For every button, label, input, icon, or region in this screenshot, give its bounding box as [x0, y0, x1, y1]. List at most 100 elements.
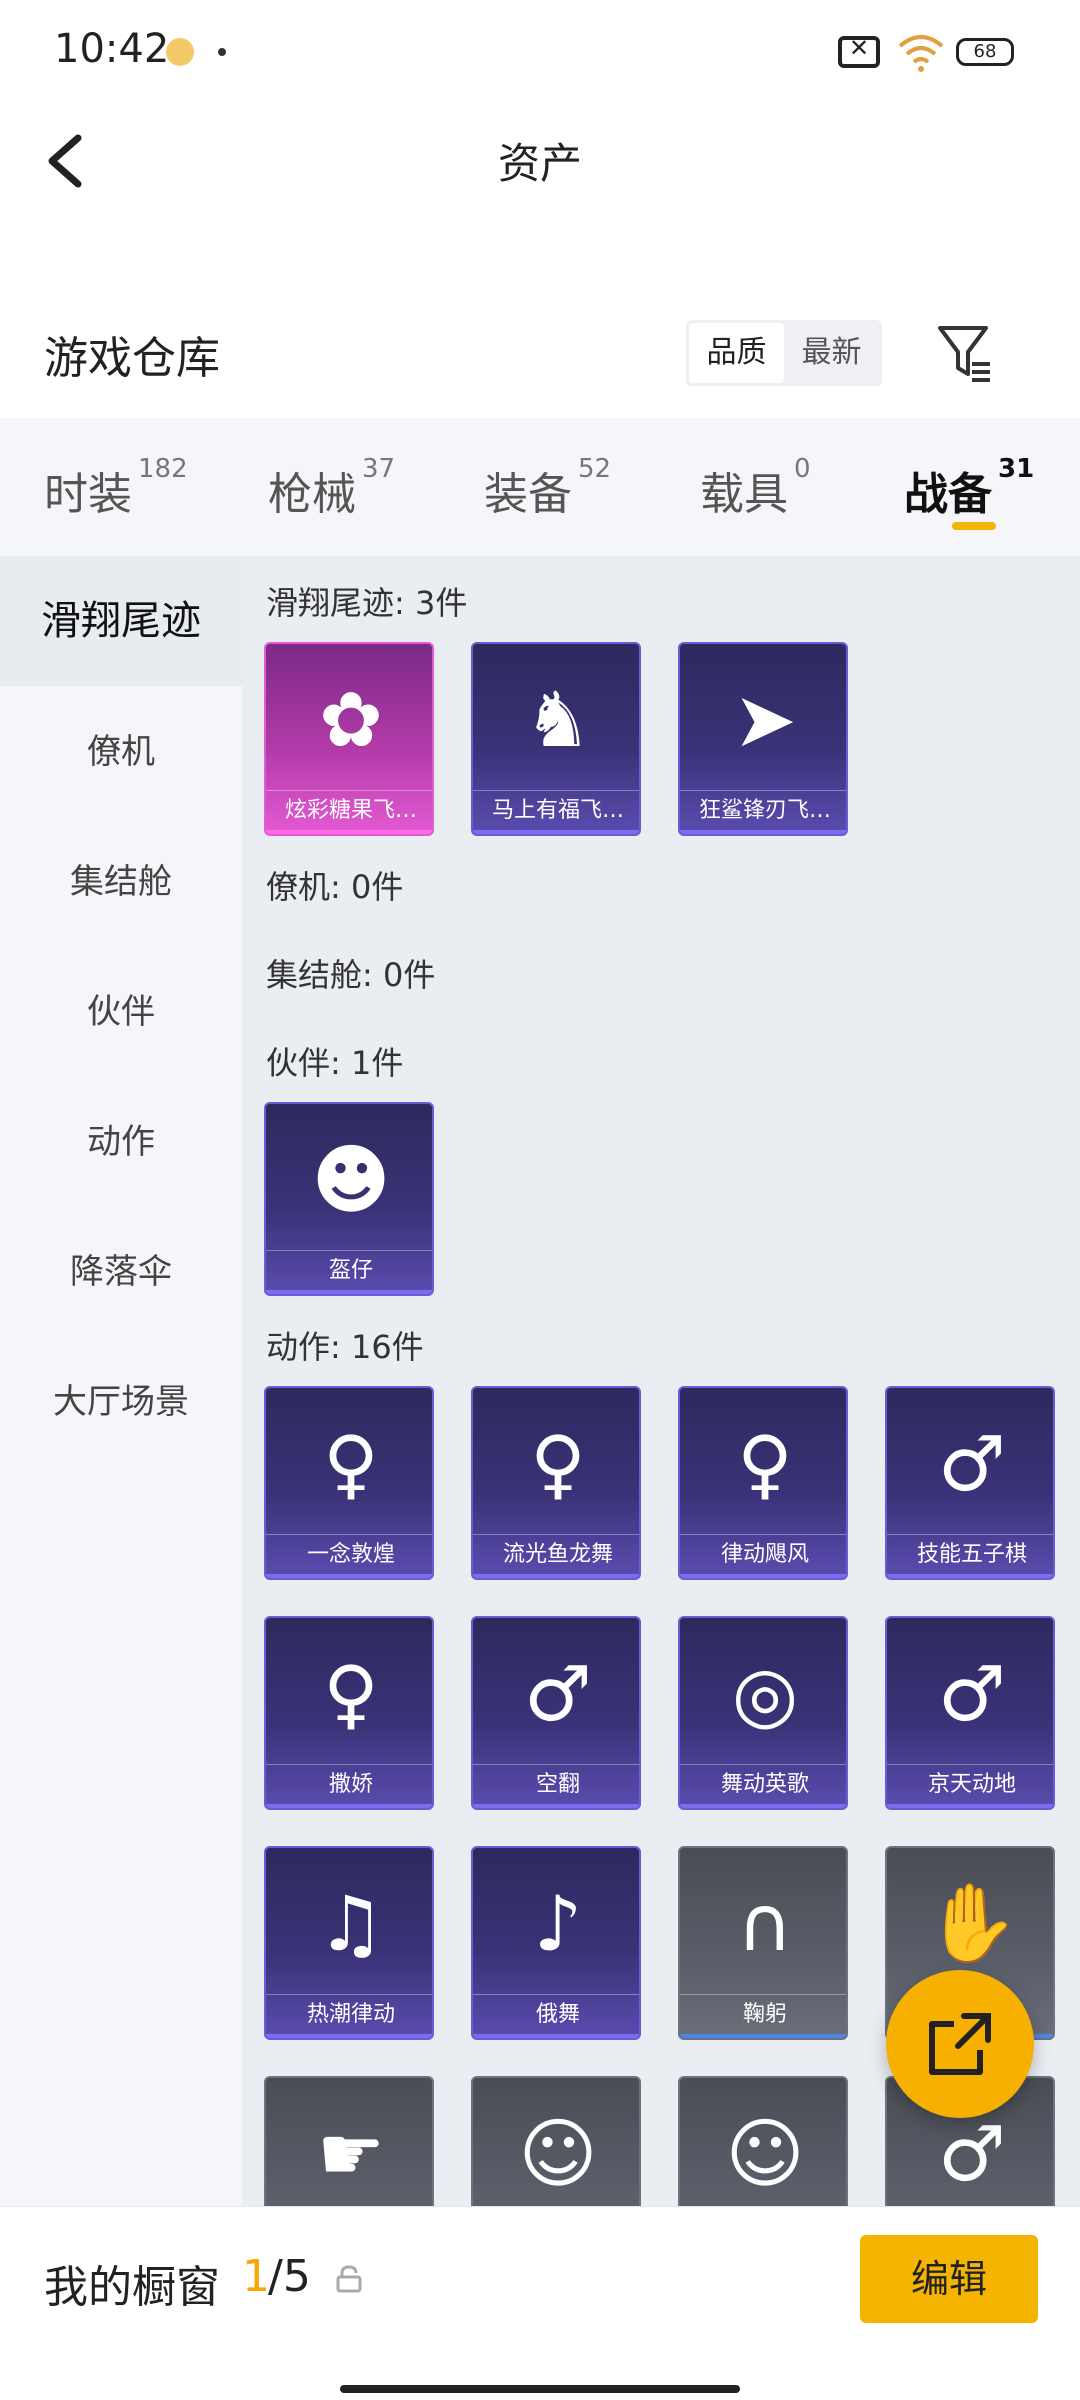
tab-battle-prep[interactable]: 战备 31	[904, 454, 1034, 522]
item-card[interactable]: ♪ 俄舞	[471, 1846, 641, 2040]
pointing-hand-icon: ☛	[316, 2108, 386, 2198]
item-label: 一念敦煌	[266, 1534, 432, 1574]
side-item-wingman[interactable]: 僚机	[0, 724, 242, 773]
showcase-label: 我的橱窗	[44, 2262, 220, 2313]
item-card[interactable]: ☻ 盔仔	[264, 1102, 434, 1296]
tab-count: 0	[794, 454, 811, 484]
notification-dot-icon	[218, 48, 226, 56]
music-dancer-icon: ♪	[533, 1878, 583, 1968]
side-item-parachute[interactable]: 降落伞	[0, 1244, 242, 1293]
dancer-icon: ♂	[937, 1418, 1007, 1508]
tab-count: 182	[138, 454, 188, 484]
item-card[interactable]: ➤ 狂鲨锋刃飞…	[678, 642, 848, 836]
sort-newest-button[interactable]: 最新	[784, 323, 879, 383]
item-card[interactable]: ♀ 流光鱼龙舞	[471, 1386, 641, 1580]
edit-button[interactable]: 编辑	[860, 2235, 1038, 2323]
page-header: 资产	[0, 100, 1080, 220]
page-title: 资产	[497, 139, 582, 188]
item-label: 撒娇	[266, 1764, 432, 1804]
side-item-lobby-scene[interactable]: 大厅场景	[0, 1374, 242, 1423]
status-bar: 10:42 ✕ 68	[0, 0, 1080, 100]
spin-icon: ☺	[518, 2108, 598, 2198]
warehouse-header: 游戏仓库 品质 最新	[0, 300, 1080, 410]
section-heading-emote: 动作: 16件	[266, 1328, 424, 1366]
item-label: 舞动英歌	[680, 1764, 846, 1804]
tab-label: 装备	[484, 469, 572, 520]
item-label: 热潮律动	[266, 1994, 432, 2034]
share-icon	[929, 2013, 991, 2075]
item-label: 鞠躬	[680, 1994, 846, 2034]
showcase-current-count: 1	[242, 2251, 270, 2302]
lock-icon	[336, 2265, 362, 2293]
item-card[interactable]: ☛	[264, 2076, 434, 2206]
item-label: 京天动地	[887, 1764, 1053, 1804]
dancer-icon: ◎	[731, 1648, 799, 1738]
item-card[interactable]: ✿ 炫彩糖果飞…	[264, 642, 434, 836]
item-card[interactable]: ♂ 京天动地	[885, 1616, 1055, 1810]
item-card[interactable]: ♫ 热潮律动	[264, 1846, 434, 2040]
section-heading-pod: 集结舱: 0件	[266, 956, 436, 994]
dancer-icon: ♀	[737, 1418, 793, 1508]
dancer-icon: ♀	[323, 1418, 379, 1508]
item-card[interactable]: ♞ 马上有福飞…	[471, 642, 641, 836]
wifi-icon	[898, 35, 944, 72]
dancer-icon: ♀	[530, 1418, 586, 1508]
tab-label: 时装	[44, 469, 132, 520]
section-heading-glide: 滑翔尾迹: 3件	[266, 584, 468, 622]
warehouse-title: 游戏仓库	[44, 333, 220, 384]
sort-toggle: 品质 最新	[686, 320, 882, 386]
shark-icon: ➤	[733, 674, 797, 764]
tab-count: 37	[362, 454, 396, 484]
item-card[interactable]: ♂ 空翻	[471, 1616, 641, 1810]
active-tab-indicator	[952, 522, 996, 530]
side-item-emote[interactable]: 动作	[0, 1114, 242, 1163]
dancer-icon: ♂	[937, 1648, 1007, 1738]
item-card[interactable]: ♀ 撒娇	[264, 1616, 434, 1810]
tab-equipment[interactable]: 装备 52	[484, 454, 611, 522]
item-label: 炫彩糖果飞…	[266, 790, 432, 830]
head-turn-icon: ☺	[725, 2108, 805, 2198]
no-sim-icon: ✕	[838, 34, 880, 68]
item-card[interactable]: ☺	[471, 2076, 641, 2206]
side-nav: 滑翔尾迹 僚机 集结舱 伙伴 动作 降落伞 大厅场景	[0, 556, 242, 2206]
tab-label: 战备	[904, 469, 992, 520]
showcase-total-count: /5	[268, 2251, 311, 2302]
item-card[interactable]: ♀ 一念敦煌	[264, 1386, 434, 1580]
filter-icon[interactable]	[936, 322, 992, 384]
item-label: 流光鱼龙舞	[473, 1534, 639, 1574]
status-time: 10:42	[54, 26, 170, 72]
item-label: 盔仔	[266, 1250, 432, 1290]
notification-app-icon	[166, 38, 194, 66]
tab-label: 载具	[700, 469, 788, 520]
side-item-rally-pod[interactable]: 集结舱	[0, 854, 242, 903]
sort-quality-button[interactable]: 品质	[689, 323, 784, 383]
dancer-icon: ♀	[323, 1648, 379, 1738]
item-label: 俄舞	[473, 1994, 639, 2034]
home-indicator	[340, 2385, 740, 2393]
horse-toy-icon: ♞	[523, 674, 593, 764]
item-card[interactable]: ◎ 舞动英歌	[678, 1616, 848, 1810]
item-label: 狂鲨锋刃飞…	[680, 790, 846, 830]
helmet-chick-icon: ☻	[311, 1134, 391, 1224]
tab-guns[interactable]: 枪械 37	[268, 454, 395, 522]
item-card[interactable]: ∩ 鞠躬	[678, 1846, 848, 2040]
item-card[interactable]: ☺	[678, 2076, 848, 2206]
item-label: 律动飓风	[680, 1534, 846, 1574]
music-dancer-icon: ♫	[316, 1878, 386, 1968]
section-heading-wingman: 僚机: 0件	[266, 868, 404, 906]
bottom-bar: 我的橱窗 1 /5 编辑	[0, 2206, 1080, 2400]
side-item-glide-trail[interactable]: 滑翔尾迹	[0, 556, 242, 686]
tab-fashion[interactable]: 时装 182	[44, 454, 188, 522]
tab-vehicles[interactable]: 载具 0	[700, 454, 811, 522]
side-item-partner[interactable]: 伙伴	[0, 984, 242, 1033]
item-card[interactable]: ♀ 律动飓风	[678, 1386, 848, 1580]
share-button[interactable]	[886, 1970, 1034, 2118]
item-card[interactable]: ♂ 技能五子棋	[885, 1386, 1055, 1580]
item-label: 技能五子棋	[887, 1534, 1053, 1574]
item-label: 马上有福飞…	[473, 790, 639, 830]
tab-label: 枪械	[268, 469, 356, 520]
category-tabs: 时装 182 枪械 37 装备 52 载具 0 战备 31	[0, 418, 1080, 556]
item-grid-area: 滑翔尾迹: 3件 ✿ 炫彩糖果飞… ♞ 马上有福飞… ➤ 狂鲨锋刃飞… 僚机: …	[242, 556, 1080, 2206]
dancer-icon: ♂	[523, 1648, 593, 1738]
battery-indicator: 68	[956, 38, 1014, 66]
